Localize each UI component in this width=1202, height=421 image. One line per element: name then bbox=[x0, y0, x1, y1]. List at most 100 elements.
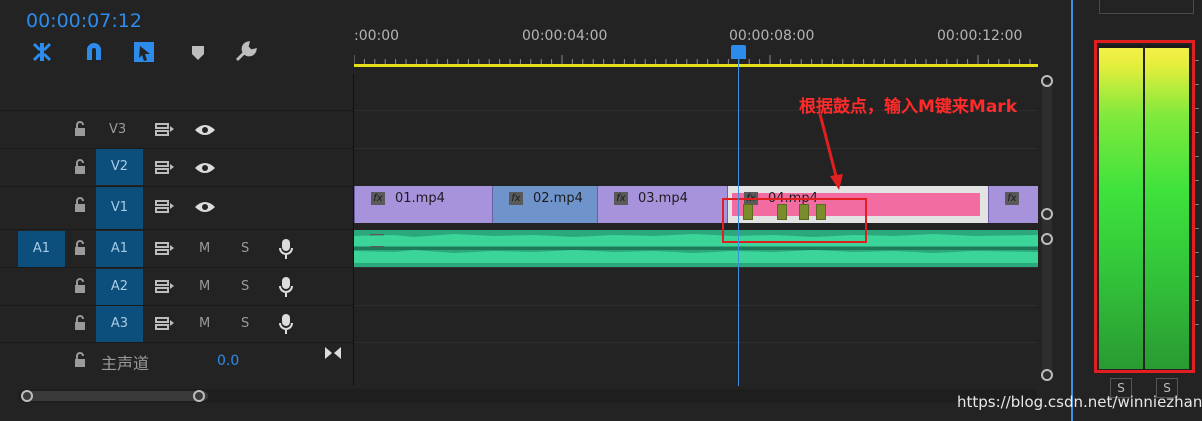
fx-badge: fx bbox=[1005, 192, 1019, 205]
meter-scale-tick bbox=[1195, 276, 1199, 277]
divider bbox=[0, 110, 354, 111]
audio-waveform bbox=[354, 234, 1038, 263]
timecode[interactable]: 00:00:07:12 bbox=[26, 10, 142, 32]
fx-badge: fx bbox=[614, 192, 628, 205]
wrench-settings-icon[interactable] bbox=[234, 40, 258, 64]
sync-lock-v3-icon[interactable] bbox=[155, 122, 175, 138]
eye-toggle-v2-icon[interactable] bbox=[194, 161, 216, 175]
divider bbox=[0, 186, 354, 187]
clip-name: 01.mp4 bbox=[395, 191, 445, 206]
playhead-line[interactable] bbox=[738, 58, 739, 386]
add-marker-icon[interactable] bbox=[186, 40, 210, 64]
sync-lock-v1-icon[interactable] bbox=[155, 199, 175, 215]
divider bbox=[354, 342, 1038, 343]
lock-track-a3-icon[interactable] bbox=[73, 315, 87, 331]
lock-track-a2-icon[interactable] bbox=[73, 278, 87, 294]
clip-name: 03.mp4 bbox=[638, 191, 688, 206]
lock-track-a1-icon[interactable] bbox=[73, 240, 87, 256]
ruler-label-0: :00:00 bbox=[354, 28, 400, 44]
go-to-in-out-icon[interactable] bbox=[324, 346, 342, 360]
meter-scale-tick bbox=[1195, 156, 1199, 157]
mute-button-a2[interactable]: M bbox=[199, 279, 210, 294]
divider bbox=[0, 305, 354, 306]
meter-scale-tick bbox=[1195, 204, 1199, 205]
annotation-highlight-box bbox=[722, 198, 867, 243]
meter-scale-tick bbox=[1195, 132, 1199, 133]
track-label-a2[interactable]: A2 bbox=[96, 269, 143, 305]
annotation-arrow bbox=[818, 113, 843, 190]
divider bbox=[0, 342, 354, 343]
meter-scale-tick bbox=[1195, 300, 1199, 301]
track-label-v3[interactable]: V3 bbox=[109, 122, 126, 137]
audio-clip[interactable]: fx bbox=[354, 230, 1038, 267]
snap-magnet-icon[interactable] bbox=[82, 40, 106, 64]
video-clip-03[interactable]: fx 03.mp4 bbox=[597, 186, 727, 223]
lock-track-v1-icon[interactable] bbox=[73, 197, 87, 213]
zoom-handle-left[interactable] bbox=[20, 389, 34, 403]
divider bbox=[354, 267, 1038, 268]
meter-scale-tick bbox=[1195, 228, 1199, 229]
solo-button-a2[interactable]: S bbox=[241, 279, 249, 294]
scroll-handle-audio[interactable] bbox=[1040, 232, 1054, 246]
lock-track-v3-icon[interactable] bbox=[73, 121, 87, 137]
meter-scale-tick bbox=[1195, 108, 1199, 109]
meter-scale-tick bbox=[1195, 84, 1199, 85]
divider bbox=[0, 148, 354, 149]
scrollbar-thumb[interactable] bbox=[22, 391, 208, 401]
divider bbox=[354, 305, 1038, 306]
zoom-handle-right[interactable] bbox=[192, 389, 206, 403]
solo-button-a3[interactable]: S bbox=[241, 316, 249, 331]
meter-scale-tick bbox=[1195, 180, 1199, 181]
ruler-label-12: 00:00:12:00 bbox=[937, 28, 1023, 44]
sync-lock-a3-icon[interactable] bbox=[155, 316, 175, 332]
voiceover-mic-a3-icon[interactable] bbox=[279, 313, 293, 335]
meter-scale-tick bbox=[1195, 252, 1199, 253]
scroll-handle-top[interactable] bbox=[1040, 74, 1054, 88]
track-label-v2[interactable]: V2 bbox=[96, 149, 143, 185]
divider bbox=[0, 267, 354, 268]
sync-lock-a2-icon[interactable] bbox=[155, 279, 175, 295]
insert-nest-icon[interactable] bbox=[30, 40, 54, 64]
scroll-handle-bottom[interactable] bbox=[1040, 368, 1054, 382]
mute-button-a1[interactable]: M bbox=[199, 241, 210, 256]
watermark-text: https://blog.csdn.net/winniezhang bbox=[957, 393, 1202, 411]
voiceover-mic-a2-icon[interactable] bbox=[279, 276, 293, 298]
source-patch-a1[interactable]: A1 bbox=[18, 231, 65, 267]
solo-button-a1[interactable]: S bbox=[241, 241, 249, 256]
video-clip-05[interactable]: fx bbox=[988, 186, 1038, 223]
scroll-handle-middle[interactable] bbox=[1040, 207, 1054, 221]
lock-track-v2-icon[interactable] bbox=[73, 159, 87, 175]
meter-scale-tick bbox=[1195, 60, 1199, 61]
ruler-label-8: 00:00:08:00 bbox=[729, 28, 815, 44]
divider bbox=[0, 229, 354, 230]
master-track-label: 主声道 bbox=[101, 354, 150, 373]
meter-header bbox=[1099, 0, 1194, 14]
fx-badge: fx bbox=[509, 192, 523, 205]
track-label-a1[interactable]: A1 bbox=[96, 231, 143, 267]
linked-selection-icon[interactable] bbox=[132, 40, 156, 64]
voiceover-mic-a1-icon[interactable] bbox=[279, 238, 293, 260]
ruler-label-4: 00:00:04:00 bbox=[522, 28, 608, 44]
meter-highlight-box bbox=[1094, 40, 1195, 373]
lock-master-icon[interactable] bbox=[73, 352, 87, 368]
ruler-ticks[interactable] bbox=[354, 55, 1038, 64]
mute-button-a3[interactable]: M bbox=[199, 316, 210, 331]
track-label-a3[interactable]: A3 bbox=[96, 306, 143, 342]
master-volume-value[interactable]: 0.0 bbox=[217, 353, 239, 369]
work-area-bar[interactable] bbox=[354, 64, 1038, 67]
clip-name: 02.mp4 bbox=[533, 191, 583, 206]
eye-toggle-v3-icon[interactable] bbox=[194, 123, 216, 137]
sync-lock-a1-icon[interactable] bbox=[155, 241, 175, 257]
scrollbar-track[interactable] bbox=[1042, 82, 1052, 378]
sync-lock-v2-icon[interactable] bbox=[155, 160, 175, 176]
horizontal-scrollbar[interactable] bbox=[18, 386, 1038, 406]
meter-scale-tick bbox=[1195, 324, 1199, 325]
video-clip-01[interactable]: fx 01.mp4 bbox=[354, 186, 492, 223]
vertical-scrollbar[interactable] bbox=[1040, 74, 1054, 386]
track-label-v1[interactable]: V1 bbox=[96, 187, 143, 229]
eye-toggle-v1-icon[interactable] bbox=[194, 200, 216, 214]
playhead-handle[interactable] bbox=[731, 45, 746, 59]
fx-badge: fx bbox=[371, 192, 385, 205]
divider bbox=[354, 148, 1038, 149]
video-clip-02[interactable]: fx 02.mp4 bbox=[492, 186, 597, 223]
